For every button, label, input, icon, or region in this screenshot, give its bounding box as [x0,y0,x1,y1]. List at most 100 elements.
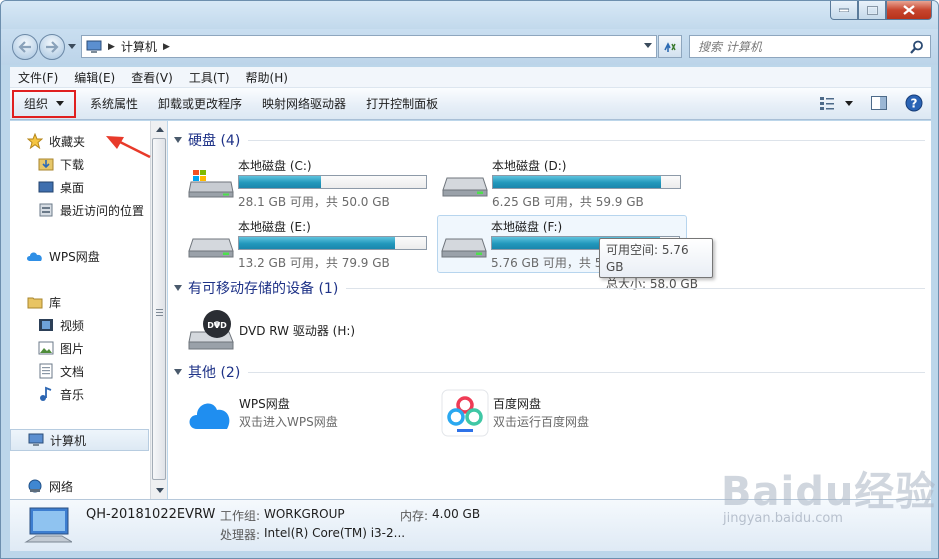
drive-usage-bar [238,175,427,189]
breadcrumb-separator-icon[interactable]: ▶ [108,42,115,52]
scroll-up-icon [155,127,164,132]
minimize-button[interactable] [830,1,858,20]
hard-drive-icon [441,238,487,258]
computer-icon [28,433,44,446]
refresh-icon [664,41,676,52]
wps-cloud-drive[interactable]: WPS网盘 双击进入WPS网盘 [187,391,437,441]
nav-videos[interactable]: 视频 [37,315,84,335]
nav-label: 音乐 [60,387,85,402]
menu-help[interactable]: 帮助(H) [238,69,296,86]
nav-computer[interactable]: 计算机 [10,429,149,451]
drive-usage-fill [239,237,396,249]
close-button[interactable] [886,1,932,20]
navigation-scrollbar[interactable] [150,121,167,499]
nav-recent-places[interactable]: 最近访问的位置 [37,200,144,220]
uninstall-program-button[interactable]: 卸载或更改程序 [148,92,252,116]
map-network-drive-button[interactable]: 映射网络驱动器 [252,92,356,116]
svg-text:?: ? [911,97,918,111]
dvd-drive[interactable]: DVD DVD RW 驱动器 (H:) [187,304,437,354]
view-controls: ? [819,94,923,112]
drive-d[interactable]: 本地磁盘 (D:) 6.25 GB 可用，共 59.9 GB [439,155,689,213]
downloads-folder-icon [38,158,54,171]
search-icon[interactable] [910,40,924,54]
explorer-window: ▶ 计算机 ▶ 文件(F) 编辑(E) 查看(V) 工具(T) 帮助(H) 组织… [0,0,939,559]
title-bar [1,1,938,29]
search-box[interactable] [689,35,931,58]
recent-pages-chevron-icon[interactable] [68,44,76,49]
search-input[interactable] [690,39,900,54]
nav-label: 最近访问的位置 [60,203,145,218]
open-control-panel-button[interactable]: 打开控制面板 [356,92,448,116]
group-other[interactable]: 其他 (2) [168,362,931,382]
address-bar[interactable]: ▶ 计算机 ▶ [81,35,657,58]
nav-libraries[interactable]: 库 [26,292,61,312]
scroll-up-button[interactable] [151,121,168,138]
address-history-chevron-icon[interactable] [644,43,652,48]
menu-tools[interactable]: 工具(T) [181,69,238,86]
music-icon [40,386,52,401]
star-icon [27,133,43,149]
organize-button[interactable]: 组织 [12,89,77,118]
menu-bar: 文件(F) 编辑(E) 查看(V) 工具(T) 帮助(H) [10,67,931,88]
scroll-down-icon [155,488,164,493]
nav-downloads[interactable]: 下载 [37,154,84,174]
chevron-down-icon [56,101,65,106]
drive-c[interactable]: 本地磁盘 (C:) 28.1 GB 可用，共 50.0 GB [185,155,435,213]
refresh-button[interactable] [658,35,682,58]
group-removable-storage[interactable]: 有可移动存储的设备 (1) [168,278,931,298]
nav-label: WPS网盘 [49,249,100,264]
organize-label: 组织 [24,97,49,111]
help-icon[interactable]: ? [905,94,923,112]
menu-file[interactable]: 文件(F) [10,69,66,86]
scroll-down-button[interactable] [151,482,168,499]
system-properties-button[interactable]: 系统属性 [80,92,148,116]
group-hard-disks[interactable]: 硬盘 (4) [168,130,931,150]
workgroup-value: WORKGROUP [264,507,345,521]
view-chevron-down-icon[interactable] [845,100,853,106]
nav-documents[interactable]: 文档 [37,361,84,381]
preview-pane-icon[interactable] [871,96,887,110]
nav-network[interactable]: 网络 [26,476,73,496]
cpu-value: Intel(R) Core(TM) i3-2... [264,526,406,540]
dvd-drive-name: DVD RW 驱动器 (H:) [239,324,356,338]
address-row: ▶ 计算机 ▶ [1,29,938,65]
breadcrumb-separator-icon[interactable]: ▶ [163,42,170,52]
baidu-netdisk[interactable]: 百度网盘 双击运行百度网盘 [441,389,691,441]
scroll-thumb[interactable] [152,138,166,480]
drive-space-info: 5.76 GB 可用，共 5 [491,256,603,270]
computer-name: QH-20181022EVRW [86,507,216,522]
nav-pictures[interactable]: 图片 [37,338,84,358]
menu-edit[interactable]: 编辑(E) [66,69,123,86]
baidu-netdisk-icon [441,389,489,437]
nav-wps-cloud[interactable]: WPS网盘 [26,246,100,266]
drive-usage-bar [492,175,681,189]
wps-cloud-desc: 双击进入WPS网盘 [239,415,338,429]
breadcrumb-computer[interactable]: 计算机 [121,38,157,55]
nav-desktop[interactable]: 桌面 [37,177,84,197]
content-pane: 硬盘 (4) 本地磁盘 (C:) 28.1 GB 可用，共 50.0 GB 本地… [168,121,931,499]
wps-cloud-icon [27,252,42,261]
collapse-chevron-icon [174,369,182,375]
drive-e[interactable]: 本地磁盘 (E:) 13.2 GB 可用，共 79.9 GB [185,216,435,274]
drive-space-info: 6.25 GB 可用，共 59.9 GB [492,195,644,209]
workgroup-label: 工作组: [220,509,261,523]
dvd-drive-icon: DVD [188,310,234,350]
computer-icon [86,40,102,53]
back-arrow-icon [18,41,31,53]
details-pane: QH-20181022EVRW 工作组: WORKGROUP 内存: 4.00 … [10,499,931,551]
nav-favorites[interactable]: 收藏夹 [26,131,85,151]
annotation-arrow-icon [106,136,151,159]
scroll-grip-icon [156,309,163,318]
libraries-folder-icon [27,297,43,309]
back-button[interactable] [12,34,38,60]
command-bar: 组织 系统属性 卸载或更改程序 映射网络驱动器 打开控制面板 ? [10,88,931,120]
forward-button[interactable] [39,34,65,60]
view-options-icon[interactable] [819,96,835,110]
menu-view[interactable]: 查看(V) [123,69,181,86]
nav-music[interactable]: 音乐 [37,384,84,404]
maximize-button[interactable] [858,1,886,20]
nav-label: 库 [49,295,62,310]
network-icon [28,479,42,493]
drive-name: 本地磁盘 (E:) [238,220,311,234]
drive-name: 本地磁盘 (F:) [491,220,563,234]
